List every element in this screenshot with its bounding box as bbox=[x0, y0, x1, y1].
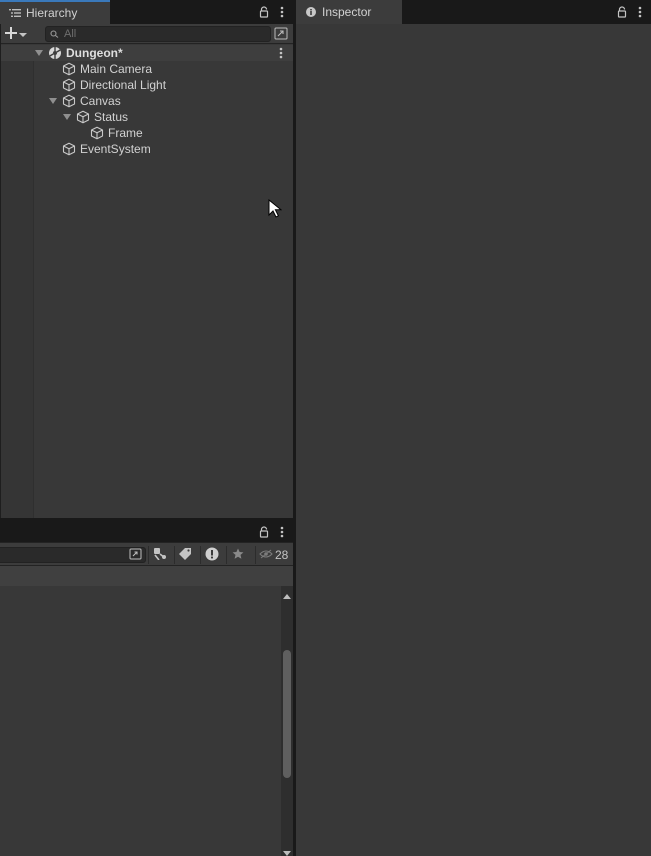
hierarchy-item-eventsystem[interactable]: EventSystem bbox=[1, 141, 293, 157]
cube-icon bbox=[62, 62, 76, 76]
cube-icon bbox=[62, 78, 76, 92]
left-column: Hierarchy All Dungeon* Main Camera Direc… bbox=[0, 0, 293, 856]
cube-icon bbox=[62, 142, 76, 156]
scroll-down-arrow-icon[interactable] bbox=[283, 845, 291, 856]
chevron-down-icon bbox=[19, 27, 27, 41]
create-button[interactable] bbox=[5, 26, 35, 42]
tab-inspector-label: Inspector bbox=[322, 5, 372, 19]
item-label: Directional Light bbox=[80, 78, 167, 92]
hierarchy-item-status[interactable]: Status bbox=[1, 109, 293, 125]
tab-hierarchy[interactable]: Hierarchy bbox=[0, 0, 110, 24]
item-label: Main Camera bbox=[80, 62, 153, 76]
plus-icon bbox=[5, 26, 17, 42]
hierarchy-search-input[interactable] bbox=[64, 28, 244, 40]
error-icon bbox=[205, 547, 219, 564]
item-label: Status bbox=[94, 110, 129, 124]
star-icon bbox=[232, 548, 244, 563]
console-toolbar: 28 bbox=[0, 542, 293, 566]
unity-scene-icon bbox=[48, 46, 62, 60]
console-tab-icons bbox=[259, 522, 287, 542]
lock-icon[interactable] bbox=[259, 5, 269, 19]
hierarchy-tabbar: Hierarchy bbox=[0, 0, 293, 24]
hierarchy-tab-icons bbox=[259, 0, 287, 24]
kebab-menu-icon[interactable] bbox=[277, 525, 287, 539]
hierarchy-item-canvas[interactable]: Canvas bbox=[1, 93, 293, 109]
item-label: Frame bbox=[108, 126, 143, 140]
list-icon bbox=[8, 6, 22, 20]
console-log-list[interactable] bbox=[0, 586, 281, 856]
cube-icon bbox=[90, 126, 104, 140]
scrollbar-thumb[interactable] bbox=[283, 650, 291, 778]
hierarchy-tree: Dungeon* Main Camera Directional Light C… bbox=[1, 45, 293, 518]
inspector-tabbar: Inspector bbox=[296, 0, 651, 24]
clear-icon bbox=[153, 547, 167, 563]
hierarchy-item-frame[interactable]: Frame bbox=[1, 125, 293, 141]
scroll-up-arrow-icon[interactable] bbox=[283, 589, 291, 599]
scene-row[interactable]: Dungeon* bbox=[1, 45, 293, 61]
item-label: Canvas bbox=[80, 94, 121, 108]
lock-icon[interactable] bbox=[259, 525, 269, 539]
console-scrollbar[interactable] bbox=[281, 586, 293, 856]
hierarchy-toolbar bbox=[1, 24, 293, 44]
tab-inspector[interactable]: Inspector bbox=[296, 0, 402, 24]
item-label: EventSystem bbox=[80, 142, 151, 156]
scene-visibility-toggle[interactable] bbox=[274, 27, 289, 41]
cube-icon bbox=[76, 110, 90, 124]
hierarchy-item-main-camera[interactable]: Main Camera bbox=[1, 61, 293, 77]
scene-menu-icon[interactable] bbox=[279, 47, 285, 59]
clear-button[interactable] bbox=[148, 546, 170, 564]
scene-name: Dungeon* bbox=[66, 46, 123, 60]
hidden-count: 28 bbox=[275, 548, 289, 562]
tab-hierarchy-label: Hierarchy bbox=[26, 6, 78, 20]
cube-icon bbox=[62, 94, 76, 108]
hierarchy-panel: Dungeon* Main Camera Directional Light bbox=[0, 24, 293, 518]
tag-icon bbox=[179, 547, 192, 563]
error-filter-button[interactable] bbox=[200, 546, 222, 564]
kebab-menu-icon[interactable] bbox=[277, 5, 287, 19]
console-search-input[interactable] bbox=[0, 547, 146, 563]
eye-icon bbox=[259, 548, 273, 562]
info-icon bbox=[304, 5, 318, 19]
expand-arrow-icon[interactable] bbox=[62, 112, 72, 122]
mouse-cursor-icon bbox=[268, 198, 283, 219]
search-icon bbox=[50, 27, 60, 41]
hierarchy-item-directional-light[interactable]: Directional Light bbox=[1, 77, 293, 93]
expand-arrow-icon[interactable] bbox=[48, 96, 58, 106]
console-tabbar bbox=[0, 522, 293, 542]
collapse-button[interactable] bbox=[174, 546, 196, 564]
hidden-count-button[interactable]: 28 bbox=[255, 546, 293, 564]
lock-icon[interactable] bbox=[617, 5, 627, 19]
expand-arrow-icon[interactable] bbox=[34, 48, 44, 58]
favorite-button[interactable] bbox=[226, 546, 248, 564]
kebab-menu-icon[interactable] bbox=[635, 5, 645, 19]
inspector-tab-icons bbox=[617, 0, 645, 24]
console-filter-toggle[interactable] bbox=[129, 548, 143, 561]
inspector-column: Inspector bbox=[296, 0, 651, 856]
hierarchy-search[interactable] bbox=[45, 26, 271, 42]
inspector-panel bbox=[296, 24, 651, 856]
console-header bbox=[0, 566, 293, 586]
